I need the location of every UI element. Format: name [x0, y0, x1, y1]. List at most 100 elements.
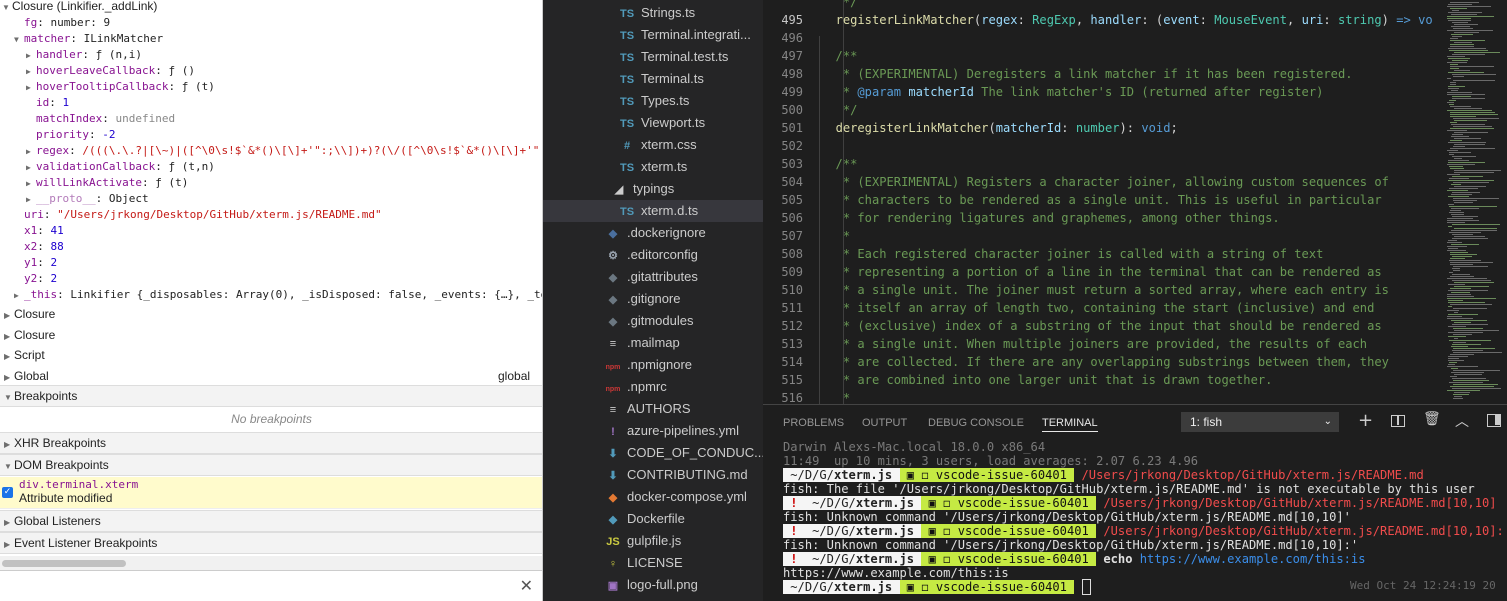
expand-triangle-icon[interactable]: ▼: [14, 32, 24, 48]
tab-output[interactable]: OUTPUT: [862, 415, 907, 431]
explorer-item[interactable]: TS Terminal.ts: [543, 68, 763, 90]
explorer-item[interactable]: ◢ typings: [543, 178, 763, 200]
code-line: /**: [821, 49, 858, 63]
terminal-select[interactable]: 1: fish ⌄: [1181, 412, 1339, 432]
explorer-item[interactable]: ≡ AUTHORS: [543, 398, 763, 420]
minimap-line: [1449, 154, 1454, 155]
plus-icon[interactable]: +: [1358, 411, 1373, 431]
minimap-line: [1452, 280, 1491, 281]
minimap-line: [1450, 106, 1471, 107]
trash-icon[interactable]: 🗑: [1423, 411, 1441, 427]
explorer-item[interactable]: JS gulpfile.js: [543, 530, 763, 552]
minimap-line: [1453, 76, 1464, 77]
explorer-item[interactable]: npm .npmrc: [543, 376, 763, 398]
expand-triangle-icon[interactable]: ▶: [26, 160, 36, 176]
dom-breakpoint-entry[interactable]: ✓ div.terminal.xterm Attribute modified: [0, 477, 542, 509]
minimap-line: [1447, 130, 1467, 131]
expand-triangle-icon[interactable]: ▶: [26, 176, 36, 192]
explorer-item[interactable]: ≡ .mailmap: [543, 332, 763, 354]
scope-closure[interactable]: ▶ Closure: [0, 325, 542, 345]
explorer-item[interactable]: ◆ .gitmodules: [543, 310, 763, 332]
scope-property[interactable]: ▶ hoverLeaveCallback: ƒ (): [26, 63, 195, 79]
explorer-item[interactable]: ◆ Dockerfile: [543, 508, 763, 530]
scope-property[interactable]: ▶ hoverTooltipCallback: ƒ (t): [26, 79, 215, 95]
explorer-item[interactable]: # xterm.css: [543, 134, 763, 156]
horizontal-scrollbar-thumb[interactable]: [2, 560, 126, 567]
explorer-item[interactable]: ⚙ .editorconfig: [543, 244, 763, 266]
minimap-line: [1452, 10, 1459, 11]
scope-global[interactable]: ▶ Global: [0, 366, 542, 386]
expand-triangle-icon[interactable]: ▶: [26, 64, 36, 80]
explorer-item[interactable]: ◆ .dockerignore: [543, 222, 763, 244]
event-listener-breakpoints-header[interactable]: ▶ Event Listener Breakpoints: [0, 532, 542, 554]
checkbox-checked-icon[interactable]: ✓: [2, 487, 13, 498]
scope-label: Script: [14, 348, 45, 362]
explorer-item[interactable]: TS Terminal.integrati...: [543, 24, 763, 46]
collapse-triangle-icon[interactable]: ▼: [2, 0, 12, 17]
scope-property[interactable]: ▶ _this: Linkifier {_disposables: Array(0…: [14, 287, 543, 304]
dom-breakpoints-header[interactable]: ▼ DOM Breakpoints: [0, 454, 542, 476]
global-listeners-header[interactable]: ▶ Global Listeners: [0, 510, 542, 532]
minimap-line: [1450, 252, 1468, 253]
minimap-line: [1448, 284, 1465, 285]
scope-property[interactable]: ▶ handler: ƒ (n,i): [26, 47, 142, 63]
chevron-up-icon[interactable]: ︿: [1455, 411, 1469, 431]
code-editor[interactable]: */ 495 registerLinkMatcher(regex: RegExp,…: [763, 0, 1507, 404]
xhr-breakpoints-header[interactable]: ▶ XHR Breakpoints: [0, 432, 542, 454]
scope-property[interactable]: ▶ __proto__: Object: [26, 191, 149, 207]
explorer-item[interactable]: ! azure-pipelines.yml: [543, 420, 763, 442]
explorer-item[interactable]: TS Strings.ts: [543, 2, 763, 24]
tab-debug-console[interactable]: DEBUG CONSOLE: [928, 415, 1024, 431]
panel-toggle-icon[interactable]: [1487, 414, 1501, 427]
minimap-line: [1452, 156, 1476, 157]
explorer-item[interactable]: ◆ .gitignore: [543, 288, 763, 310]
minimap-line: [1451, 90, 1458, 91]
property-key: handler: [36, 48, 83, 61]
explorer-item[interactable]: TS xterm.ts: [543, 156, 763, 178]
horizontal-scrollbar-track[interactable]: [0, 556, 542, 570]
minimap-line: [1453, 118, 1499, 119]
expand-triangle-icon[interactable]: ▶: [14, 288, 24, 304]
expand-triangle-icon[interactable]: ▶: [26, 48, 36, 64]
expand-triangle-icon[interactable]: ▶: [26, 144, 36, 160]
explorer-item[interactable]: ◆ docker-compose.yml: [543, 486, 763, 508]
line-number: 515: [781, 373, 803, 387]
scope-script[interactable]: ▶ Script: [0, 345, 542, 365]
scope-property[interactable]: ▶ regex: /(((\.\.?|[\~)|([^\0\s!$`&*()\[\…: [26, 143, 542, 160]
property-value: undefined: [115, 112, 176, 125]
line-number: 500: [781, 103, 803, 117]
explorer-item[interactable]: npm .npmignore: [543, 354, 763, 376]
closure-scope-header[interactable]: ▼ Closure (Linkifier._addLink): [0, 0, 542, 17]
minimap-line: [1448, 72, 1484, 73]
split-terminal-icon[interactable]: [1391, 415, 1405, 427]
explorer-item[interactable]: TS Viewport.ts: [543, 112, 763, 134]
terminal-line: fish: Unknown command '/Users/jrkong/Des…: [783, 538, 1359, 552]
explorer-item[interactable]: TS xterm.d.ts: [543, 200, 763, 222]
explorer-item[interactable]: TS Types.ts: [543, 90, 763, 112]
minimap-line: [1450, 140, 1462, 141]
expand-triangle-icon[interactable]: ▶: [26, 192, 36, 208]
explorer-item[interactable]: ♀ LICENSE: [543, 552, 763, 574]
minimap-line: [1454, 286, 1489, 287]
explorer-item[interactable]: TS Terminal.test.ts: [543, 46, 763, 68]
property-value: Linkifier {_disposables: Array(0), _isDi…: [70, 288, 543, 301]
tab-problems[interactable]: PROBLEMS: [783, 415, 844, 431]
scope-closure[interactable]: ▶ Closure: [0, 304, 542, 324]
minimap[interactable]: [1443, 0, 1507, 404]
scope-property[interactable]: ▶ willLinkActivate: ƒ (t): [26, 175, 188, 191]
scope-property[interactable]: ▼ matcher: ILinkMatcher: [14, 31, 163, 47]
tab-terminal[interactable]: TERMINAL: [1042, 415, 1098, 432]
explorer-item[interactable]: ▣ logo-full.png: [543, 574, 763, 596]
explorer-item[interactable]: ◆ .gitattributes: [543, 266, 763, 288]
property-value: 41: [50, 224, 64, 237]
close-icon[interactable]: ✕: [520, 576, 533, 595]
explorer-item[interactable]: ⬇ CODE_OF_CONDUC...: [543, 442, 763, 464]
scope-property[interactable]: ▶ validationCallback: ƒ (t,n): [26, 159, 215, 175]
expand-triangle-icon[interactable]: ▶: [26, 80, 36, 96]
property-key: x1: [24, 224, 38, 237]
minimap-line: [1454, 236, 1485, 237]
dom-entry-selector: div.terminal.xterm: [19, 478, 139, 491]
breakpoints-header[interactable]: ▼ Breakpoints: [0, 385, 542, 407]
explorer-item[interactable]: ⬇ CONTRIBUTING.md: [543, 464, 763, 486]
line-number: 508: [781, 247, 803, 261]
